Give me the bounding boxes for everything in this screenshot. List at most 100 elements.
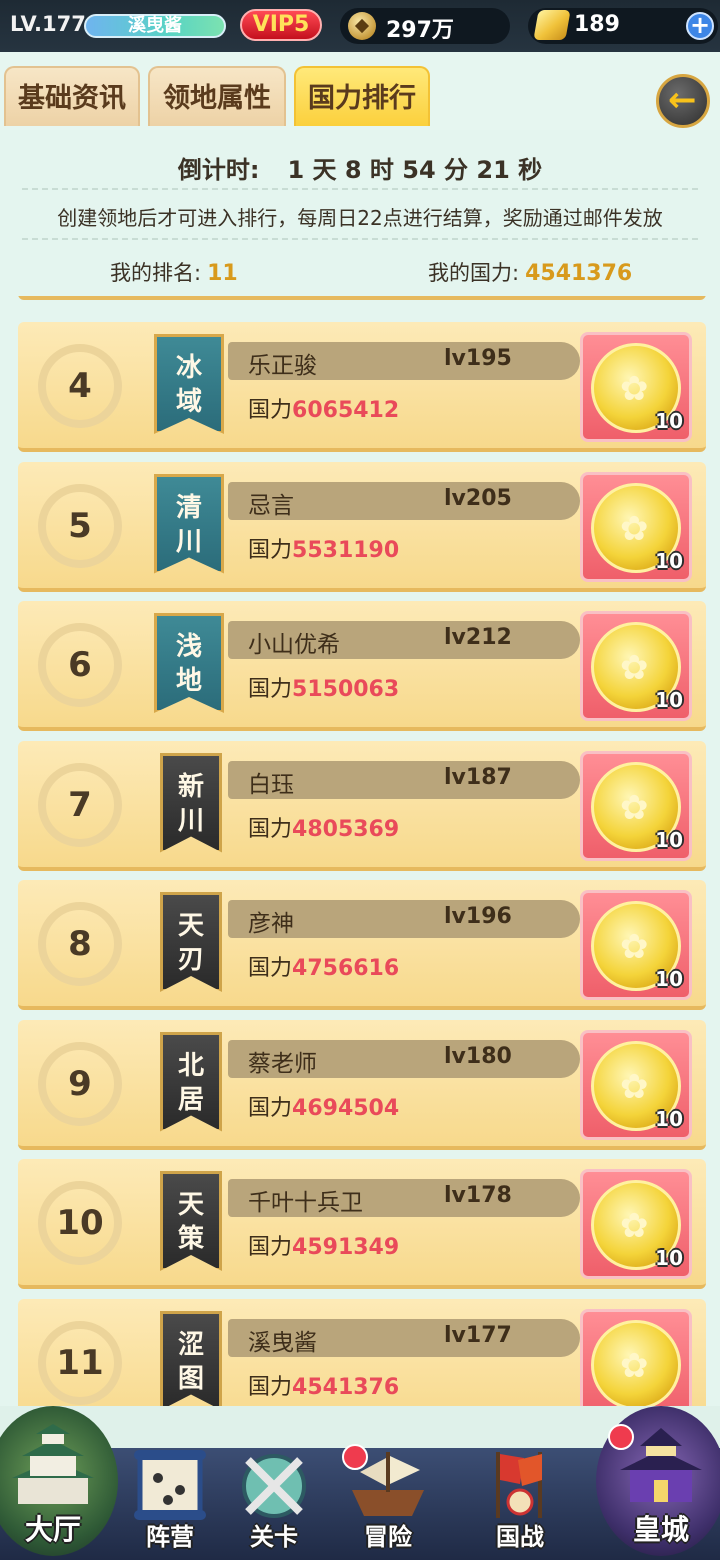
reward-box[interactable]: ✿ — [580, 1308, 692, 1406]
countdown-label: 倒计时: — [177, 156, 260, 184]
tab-power-ranking[interactable]: 国力排行 — [294, 66, 430, 126]
territory-banner: 涩 图 — [160, 1310, 222, 1406]
rank-number: 11 — [38, 1320, 122, 1405]
nav-hall[interactable]: 大厅 — [0, 1406, 118, 1556]
territory-banner: 浅 地 — [154, 613, 224, 713]
notification-dot — [342, 1444, 368, 1470]
power-label: 国力 — [248, 816, 293, 842]
tab-territory-attributes[interactable]: 领地属性 — [148, 66, 286, 126]
divider — [22, 188, 698, 190]
reward-box[interactable]: ✿ 10 — [580, 750, 692, 861]
power-label: 国力 — [248, 1374, 293, 1400]
countdown-value: 1 天 8 时 54 分 21 秒 — [287, 156, 543, 184]
nav-label: 阵营 — [146, 1523, 194, 1551]
tab-basic-info[interactable]: 基础资讯 — [4, 66, 140, 126]
copper-counter[interactable]: 297万 — [340, 8, 510, 44]
power-value: 5150063 — [292, 677, 400, 702]
ranking-row[interactable]: 5 清 川 忌言 lv205 国力5531190 ✿ 10 — [18, 461, 706, 592]
reward-box[interactable]: ✿ 10 — [580, 890, 692, 1000]
scroll-map-icon — [134, 1450, 206, 1520]
player-level: lv196 — [444, 904, 512, 929]
reward-quantity: 10 — [655, 409, 683, 433]
territory-char: 北 — [177, 1050, 204, 1081]
territory-char: 冰 — [175, 353, 202, 383]
player-power: 国力5150063 — [248, 671, 399, 703]
sakura-icon: ✿ — [620, 787, 649, 828]
territory-char: 天 — [177, 911, 204, 941]
territory-char: 浅 — [175, 632, 202, 662]
territory-banner: 天 刃 — [160, 892, 222, 992]
countdown: 倒计时: 1 天 8 时 54 分 21 秒 — [0, 150, 720, 185]
ranking-row[interactable]: 7 新 川 白珏 lv187 国力4805369 ✿ 10 — [18, 740, 706, 871]
reward-box[interactable]: ✿ 10 — [580, 1029, 692, 1140]
ranking-info-panel: 倒计时: 1 天 8 时 54 分 21 秒 创建领地后才可进入排行，每周日22点… — [0, 130, 720, 300]
back-button[interactable]: ← — [656, 74, 710, 128]
rank-number: 10 — [38, 1181, 122, 1265]
player-level: lv177 — [444, 1322, 512, 1348]
reward-quantity: 10 — [655, 967, 683, 991]
sakura-icon: ✿ — [620, 1345, 649, 1386]
territory-banner: 北 居 — [160, 1031, 222, 1132]
territory-char: 川 — [177, 805, 204, 836]
player-level: lv180 — [444, 1043, 512, 1069]
sakura-icon: ✿ — [620, 1206, 649, 1246]
reward-box[interactable]: ✿ 10 — [580, 611, 692, 721]
sakura-icon: ✿ — [620, 369, 649, 409]
power-value: 6065412 — [292, 398, 400, 423]
divider — [22, 238, 698, 240]
war-banner-icon — [496, 1452, 542, 1518]
ranking-row[interactable]: 6 浅 地 小山优希 lv212 国力5150063 ✿ 10 — [18, 601, 706, 731]
gold-coin-icon: ✿ — [591, 1319, 681, 1406]
player-name-exp-bar[interactable]: 溪曳酱 — [84, 14, 226, 38]
rank-number: 7 — [38, 762, 122, 847]
player-power: 国力4541376 — [248, 1369, 399, 1401]
player-name: 溪曳酱 — [248, 1329, 317, 1356]
power-label: 国力 — [248, 398, 293, 423]
player-level: lv195 — [444, 346, 512, 371]
my-rank-label: 我的排名: — [110, 261, 202, 285]
territory-banner: 天 策 — [160, 1171, 222, 1271]
player-power: 国力6065412 — [248, 392, 399, 424]
ranking-row[interactable]: 11 涩 图 溪曳酱 lv177 国力4541376 ✿ — [18, 1298, 706, 1406]
ranking-list[interactable]: 4 冰 域 乐正骏 lv195 国力6065412 ✿ 10 5 清 川 忌言 … — [0, 296, 720, 1406]
vip-badge[interactable]: VIP5 — [240, 9, 322, 41]
ranking-row[interactable]: 4 冰 域 乐正骏 lv195 国力6065412 ✿ 10 — [18, 322, 706, 452]
reward-box[interactable]: ✿ 10 — [580, 1169, 692, 1279]
status-bar: LV.177 溪曳酱 VIP5 297万 189 + — [0, 0, 720, 52]
nav-label: 冒险 — [364, 1523, 412, 1551]
ranking-row[interactable]: 8 天 刃 彦神 lv196 国力4756616 ✿ 10 — [18, 880, 706, 1010]
copper-coin-icon — [348, 12, 376, 40]
nav-camp[interactable]: 阵营 — [118, 1436, 222, 1552]
player-name: 蔡老师 — [248, 1050, 317, 1077]
rank-number: 8 — [38, 902, 122, 986]
nav-national-war[interactable]: 国战 — [468, 1436, 572, 1552]
player-level: LV.177 — [10, 12, 86, 36]
gold-counter[interactable]: 189 + — [528, 8, 718, 44]
sakura-icon: ✿ — [620, 1066, 649, 1107]
ranking-row[interactable]: 9 北 居 蔡老师 lv180 国力4694504 ✿ 10 — [18, 1019, 706, 1150]
reward-quantity: 10 — [655, 548, 683, 573]
back-arrow-icon: ← — [668, 80, 697, 120]
nav-label: 大厅 — [24, 1513, 81, 1546]
notification-dot — [608, 1424, 634, 1450]
player-level: lv212 — [444, 625, 512, 650]
power-value: 4694504 — [292, 1095, 400, 1121]
power-label: 国力 — [248, 1095, 293, 1121]
my-power-label: 我的国力: — [428, 261, 520, 285]
rank-number: 9 — [38, 1041, 122, 1126]
player-level: lv205 — [444, 485, 512, 511]
player-level: lv187 — [444, 764, 512, 790]
add-gold-button[interactable]: + — [686, 12, 714, 40]
player-name: 乐正骏 — [248, 353, 317, 379]
bottom-nav: 大厅 阵营 关卡 冒险 国战 皇城 — [0, 1406, 720, 1560]
ranking-row[interactable]: 10 天 策 千叶十兵卫 lv178 国力4591349 ✿ 10 — [18, 1159, 706, 1289]
nav-stage[interactable]: 关卡 — [222, 1436, 326, 1552]
power-label: 国力 — [248, 677, 293, 702]
reward-box[interactable]: ✿ 10 — [580, 471, 692, 582]
reward-box[interactable]: ✿ 10 — [580, 332, 692, 442]
castle-icon — [12, 1424, 94, 1504]
reward-quantity: 10 — [655, 688, 683, 712]
territory-char: 刃 — [177, 945, 204, 975]
territory-char: 天 — [177, 1190, 204, 1220]
nav-label: 皇城 — [632, 1513, 689, 1546]
